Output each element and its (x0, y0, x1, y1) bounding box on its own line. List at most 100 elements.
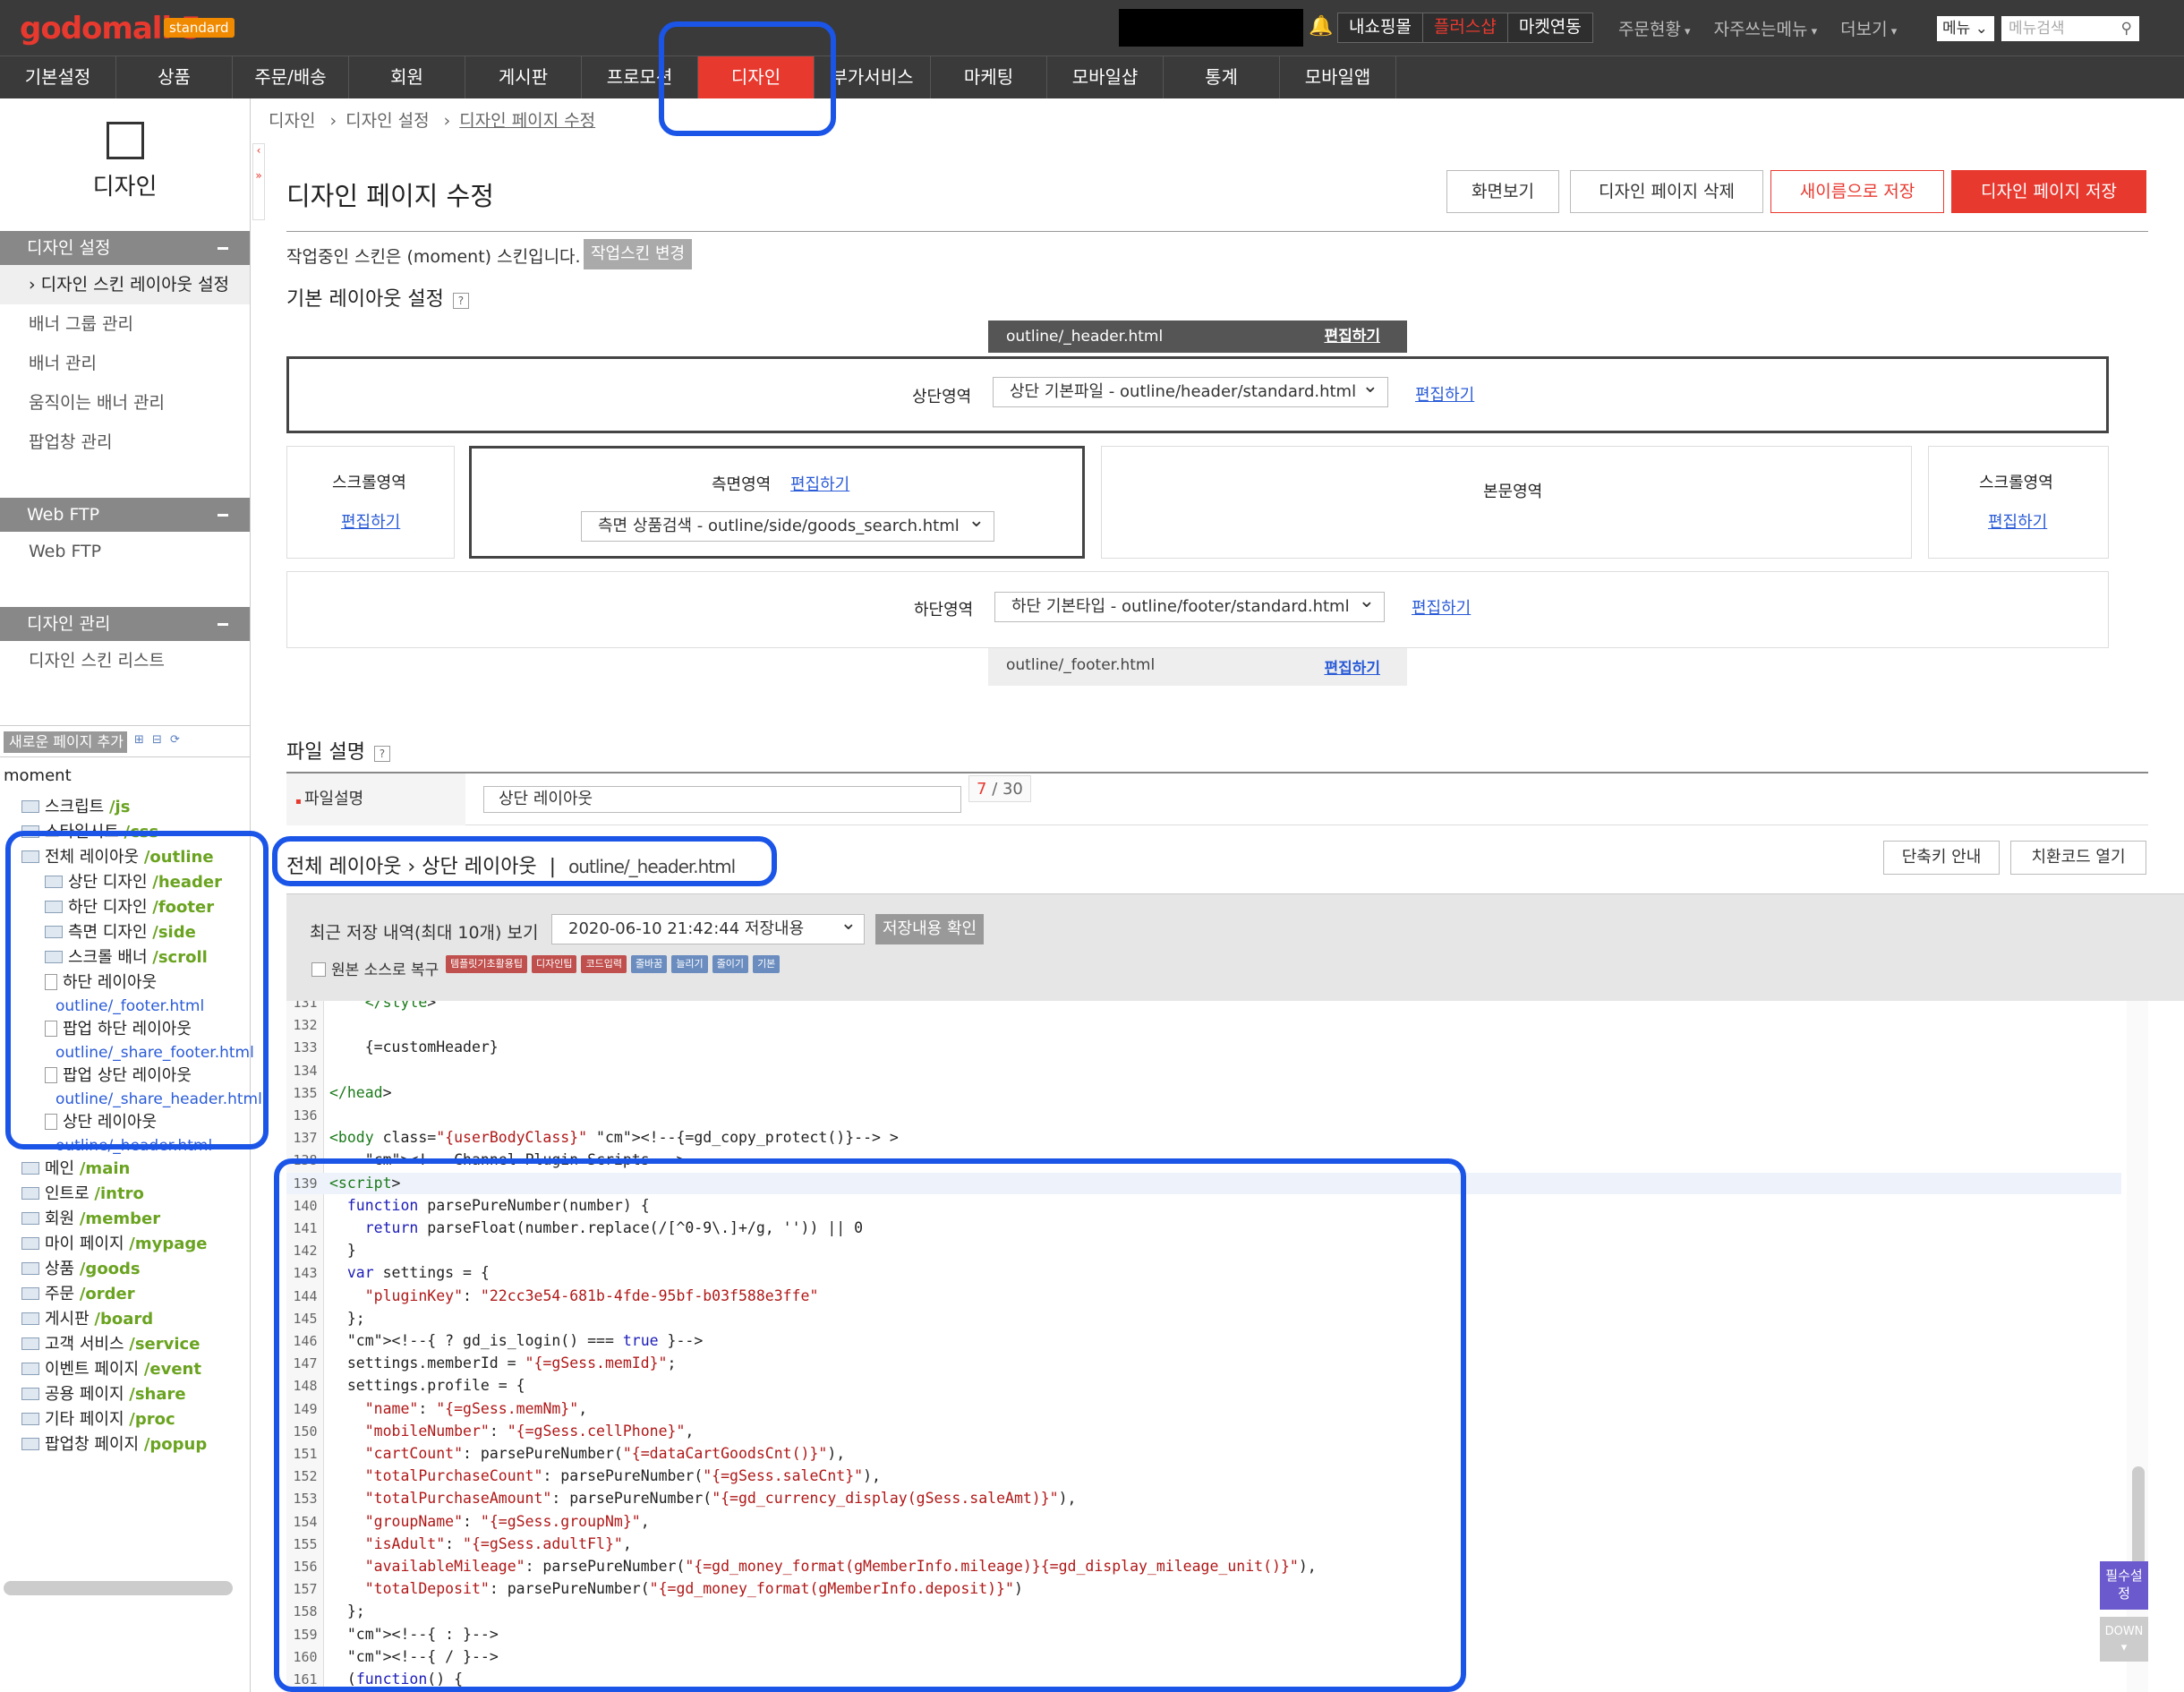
edit-bottom-link[interactable]: 편집하기 (1412, 595, 1471, 619)
line-text (324, 1016, 329, 1033)
search-icon[interactable]: ⚲ (2121, 16, 2132, 41)
redacted-area (1119, 9, 1303, 47)
tree-folder-service[interactable]: 고객 서비스 /service (5, 1332, 251, 1357)
save-page-button[interactable]: 디자인 페이지 저장 (1951, 170, 2146, 213)
more-link[interactable]: 더보기 (1840, 16, 1897, 40)
tag-expand[interactable]: 늘리기 (671, 955, 708, 973)
nav-mobile-shop[interactable]: 모바일샵 (1047, 56, 1164, 98)
nav-member[interactable]: 회원 (349, 56, 465, 98)
file-desc-title: 파일 설명? (286, 736, 390, 765)
side-layout-select[interactable]: 측면 상품검색 - outline/side/goods_search.html (581, 507, 994, 542)
tag-code-input[interactable]: 코드입력 (581, 955, 627, 973)
restore-original-checkbox[interactable]: 원본 소스로 복구 (311, 957, 439, 979)
tag-line-wrap[interactable]: 줄바꿈 (630, 955, 668, 973)
nav-board[interactable]: 게시판 (465, 56, 582, 98)
new-page-button[interactable]: 새로운 페이지 추가 (4, 731, 127, 753)
tree-scrollbar[interactable] (4, 1581, 233, 1595)
top-area: 상단영역 상단 기본파일 - outline/header/standard.h… (286, 356, 2109, 433)
tag-default[interactable]: 기본 (753, 955, 781, 973)
section-web-ftp[interactable]: Web FTP (0, 498, 250, 532)
sidebar-collapse-handle[interactable]: ‹» (252, 143, 265, 220)
tag-template-tip[interactable]: 템플릿기초활용팁 (446, 955, 527, 973)
expand-all-icon[interactable]: ⊞ (134, 733, 149, 749)
sidebar-item-skin-list[interactable]: 디자인 스킨 리스트 (0, 641, 250, 680)
favorite-menu-link[interactable]: 자주쓰는메뉴 (1714, 16, 1818, 40)
line-text: <body class="{userBodyClass}" "cm"><!--{… (329, 1129, 899, 1147)
sidebar-item-banner-group[interactable]: 배너 그룹 관리 (0, 304, 250, 344)
delete-page-button[interactable]: 디자인 페이지 삭제 (1570, 170, 1763, 213)
required-settings-button[interactable]: 필수설정 (2100, 1561, 2148, 1610)
sidebar-item-skin-layout[interactable]: › 디자인 스킨 레이아웃 설정 (0, 265, 250, 304)
tree-folder-order[interactable]: 주문 /order (5, 1282, 251, 1307)
edit-side-link[interactable]: 편집하기 (790, 472, 849, 495)
history-check-button[interactable]: 저장내용 확인 (875, 914, 985, 944)
refresh-icon[interactable]: ⟳ (170, 733, 184, 749)
sidebar-item-moving-banner[interactable]: 움직이는 배너 관리 (0, 383, 250, 423)
breadcrumb: 디자인 › 디자인 설정 › 디자인 페이지 수정 (269, 111, 596, 131)
market-link-button[interactable]: 마켓연동 (1506, 13, 1592, 42)
code-line[interactable]: 136 (286, 1105, 2121, 1126)
edit-scroll-right-link[interactable]: 편집하기 (1988, 509, 2047, 533)
nav-order[interactable]: 주문/배송 (233, 56, 349, 98)
menu-select[interactable]: 메뉴 ⌄ (1937, 16, 1994, 41)
file-desc-input[interactable]: 상단 레이아웃 (483, 786, 961, 813)
skin-info: 작업중인 스킨은 (moment) 스킨입니다. (286, 247, 581, 267)
nav-mobile-app[interactable]: 모바일앱 (1280, 56, 1396, 98)
section-design-manage[interactable]: 디자인 관리 (0, 607, 250, 641)
breadcrumb-design[interactable]: 디자인 (269, 111, 315, 131)
shortcut-guide-button[interactable]: 단축키 안내 (1883, 841, 2000, 875)
sidebar-item-web-ftp[interactable]: Web FTP (0, 532, 250, 571)
edit-header-link[interactable]: 편집하기 (1324, 320, 1380, 353)
tree-folder-main[interactable]: 메인 /main (5, 1157, 251, 1182)
edit-footer-link[interactable]: 편집하기 (1324, 652, 1380, 686)
tag-design-tip[interactable]: 디자인팁 (531, 955, 577, 973)
change-skin-button[interactable]: 작업스킨 변경 (584, 239, 693, 269)
tree-folder-proc[interactable]: 기타 페이지 /proc (5, 1407, 251, 1432)
bottom-layout-select[interactable]: 하단 기본타입 - outline/footer/standard.html (994, 587, 1385, 622)
edit-scroll-left-link[interactable]: 편집하기 (341, 509, 400, 533)
bell-icon[interactable]: 🔔 (1309, 16, 1333, 38)
help-icon[interactable]: ? (452, 293, 469, 309)
tree-folder-board[interactable]: 게시판 /board (5, 1307, 251, 1332)
plus-shop-button[interactable]: 플러스샵 (1421, 13, 1507, 42)
tag-shrink[interactable]: 줄이기 (712, 955, 749, 973)
tree-folder-event[interactable]: 이벤트 페이지 /event (5, 1357, 251, 1382)
tree-folder-goods[interactable]: 상품 /goods (5, 1257, 251, 1282)
section-design-settings[interactable]: 디자인 설정 (0, 231, 250, 265)
code-line[interactable]: 133 {=customHeader} (286, 1037, 2121, 1058)
code-line[interactable]: 137 <body class="{userBodyClass}" "cm"><!… (286, 1127, 2121, 1149)
nav-marketing[interactable]: 마케팅 (931, 56, 1047, 98)
code-line[interactable]: 135 </head> (286, 1082, 2121, 1104)
code-line[interactable]: 134 (286, 1060, 2121, 1081)
sidebar-item-banner[interactable]: 배너 관리 (0, 344, 250, 383)
help-icon[interactable]: ? (373, 746, 390, 762)
history-select[interactable]: 2020-06-10 21:42:44 저장내용 (551, 910, 865, 944)
tree-folder-mypage[interactable]: 마이 페이지 /mypage (5, 1232, 251, 1257)
nav-basic-settings[interactable]: 기본설정 (0, 56, 116, 98)
top-layout-select[interactable]: 상단 기본파일 - outline/header/standard.html (993, 372, 1388, 407)
tree-folder-intro[interactable]: 인트로 /intro (5, 1182, 251, 1207)
breadcrumb-design-settings[interactable]: 디자인 설정 (346, 111, 429, 131)
breadcrumb-current[interactable]: 디자인 페이지 수정 (459, 111, 595, 131)
nav-goods[interactable]: 상품 (116, 56, 233, 98)
skin-name: moment (4, 766, 72, 785)
nav-statistics[interactable]: 통계 (1164, 56, 1280, 98)
tree-folder-share[interactable]: 공용 페이지 /share (5, 1382, 251, 1407)
scroll-down-button[interactable]: DOWN ▾ (2100, 1617, 2148, 1662)
menu-search-input[interactable]: 메뉴검색 ⚲ (2001, 16, 2139, 41)
tree-folder-member[interactable]: 회원 /member (5, 1207, 251, 1232)
sidebar-item-popup[interactable]: 팝업창 관리 (0, 423, 250, 462)
collapse-all-icon[interactable]: ⊟ (152, 733, 166, 749)
tree-folder-js[interactable]: 스크립트 /js (5, 795, 251, 820)
highlight-tree-outline (5, 831, 269, 1149)
code-line[interactable]: 132 (286, 1014, 2121, 1036)
tree-folder-popup[interactable]: 팝업창 페이지 /popup (5, 1432, 251, 1457)
code-line[interactable]: 131 </style> (286, 1001, 2121, 1013)
order-status-link[interactable]: 주문현황 (1618, 16, 1691, 40)
main-nav: 기본설정 상품 주문/배송 회원 게시판 프로모션 디자인 부가서비스 마케팅 … (0, 56, 2184, 98)
replace-code-button[interactable]: 치환코드 열기 (2010, 841, 2146, 875)
my-shop-button[interactable]: 내쇼핑몰 (1338, 13, 1422, 42)
save-as-button[interactable]: 새이름으로 저장 (1770, 170, 1944, 213)
edit-top-link[interactable]: 편집하기 (1415, 382, 1474, 406)
preview-button[interactable]: 화면보기 (1446, 170, 1559, 213)
